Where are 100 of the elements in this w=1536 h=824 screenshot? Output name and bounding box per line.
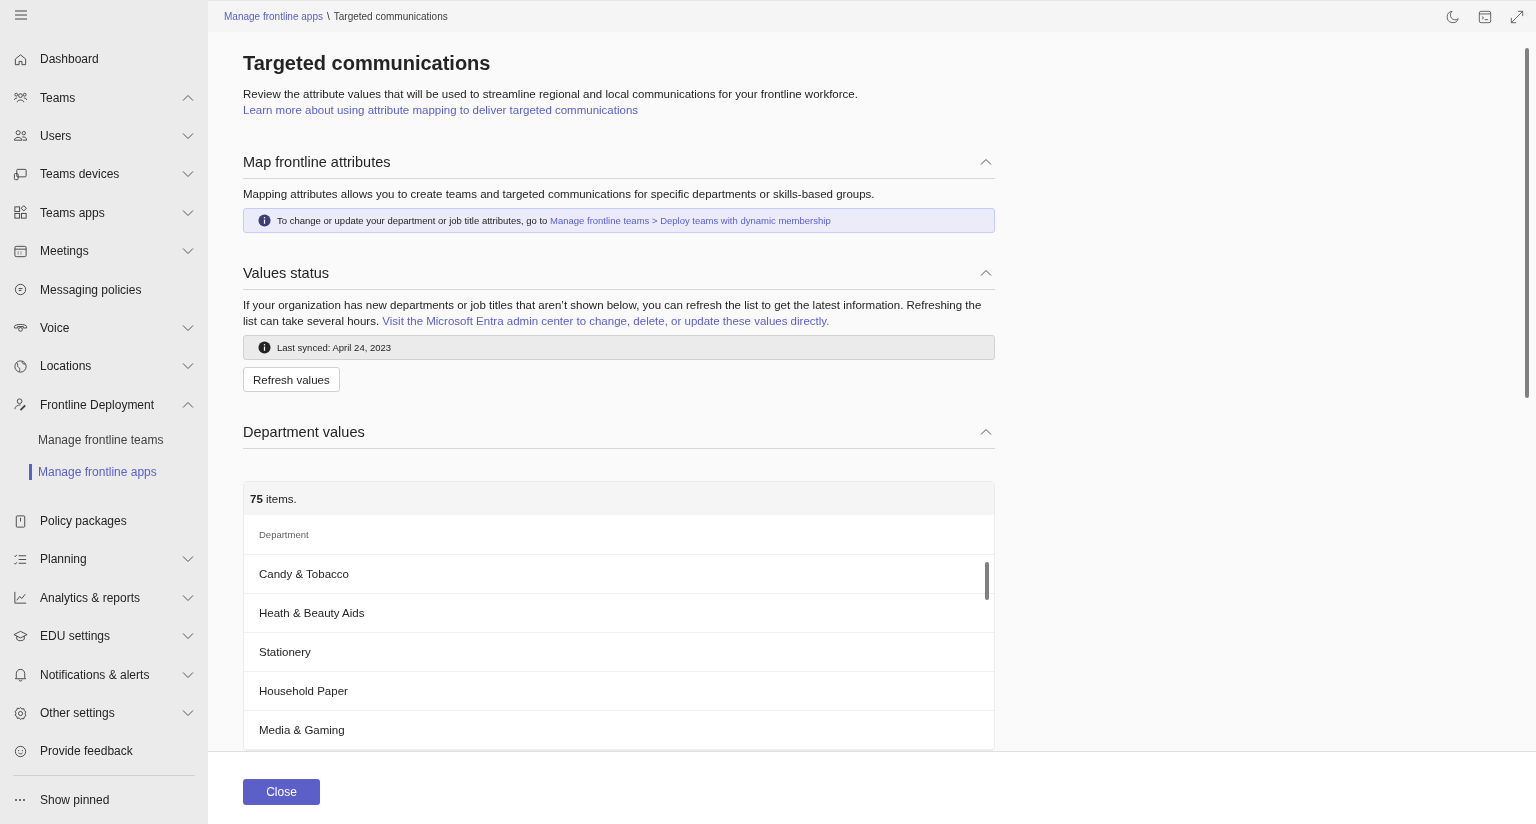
users-icon [13,128,28,144]
sidebar-label: Meetings [40,244,90,259]
chevron-down-icon[interactable] [182,247,194,256]
sidebar-item[interactable]: Locations [13,347,195,386]
section-title: Department values [243,423,365,442]
calendar-icon [13,243,28,259]
sidebar-label: Users [40,128,73,143]
breadcrumb-current: Targeted communications [333,11,448,22]
chart-line-icon [13,590,28,606]
apps-icon [13,205,28,221]
info-icon [258,214,271,227]
globe-icon [13,358,28,374]
table-cell[interactable]: Stationery [244,633,994,672]
breadcrumb-separator: \ [326,11,330,22]
sidebar-label: Messaging policies [40,282,143,297]
table-cell[interactable]: Heath & Beauty Aids [244,594,994,633]
sidebar-label: Frontline Deployment [40,397,156,412]
sidebar-label: Analytics & reports [40,590,142,605]
sidebar-item[interactable]: Policy packages [13,501,195,541]
item-count: 75 items. [244,482,994,515]
sidebar-item[interactable]: Other settings [13,693,195,733]
chat-bubble-icon [13,282,28,298]
graduation-cap-icon [13,628,28,644]
sidebar-item[interactable]: Frontline Deployment [13,385,195,424]
person-wrench-icon [13,397,28,413]
section-paragraph: If your organization has new departments or job titles that aren’t shown below, you can refresh the list to get the latest information. Refreshing the list can take several hours. Visit the Microsoft Entra admin center to change, delete, or update these values directly. [243,298,983,329]
sidebar-item[interactable]: Provide feedback [13,732,195,771]
sidebar-label: Planning [40,552,88,567]
page-title: Targeted communications [243,51,492,76]
section-paragraph: Mapping attributes allows you to create teams and targeted communications for specific departments or skills-based groups. [243,187,876,202]
sidebar-item[interactable]: Meetings [13,231,195,271]
book-icon [13,513,28,529]
table-cell[interactable]: Media & Gaming [244,711,994,750]
sidebar-label: Notifications & alerts [40,667,151,682]
sync-text: Last synced: April 24, 2023 [277,342,392,353]
chevron-down-icon[interactable] [182,131,194,140]
chevron-down-icon[interactable] [182,323,194,332]
chevron-down-icon[interactable] [182,362,194,371]
sidebar-subitem[interactable]: Manage frontline apps [29,463,195,480]
chevron-down-icon[interactable] [182,208,194,217]
checklist-icon [13,552,28,567]
sidebar-label: Show pinned [40,792,111,807]
sidebar-label: Teams [40,90,77,105]
sidebar-item[interactable]: Analytics & reports [13,578,195,618]
sidebar-label: Teams apps [40,205,106,220]
chevron-down-icon[interactable] [182,170,194,179]
sidebar-item[interactable]: Voice [13,308,195,348]
sidebar-subitem[interactable]: Manage frontline teams [13,423,195,456]
breadcrumb-link[interactable]: Manage frontline apps [224,11,323,22]
sidebar-label: Teams devices [40,167,121,182]
sidebar-label: Dashboard [40,52,100,67]
refresh-values-button[interactable]: Refresh values [243,367,340,392]
device-icon [13,166,28,182]
chevron-down-icon[interactable] [182,593,194,602]
sidebar-item[interactable]: Notifications & alerts [13,655,195,694]
expand-icon[interactable] [1510,9,1524,24]
chevron-down-icon[interactable] [182,670,194,679]
chevron-up-icon[interactable] [980,158,992,166]
sidebar-item[interactable]: Messaging policies [13,270,195,309]
info-icon [258,341,271,354]
menu-icon[interactable] [15,10,27,20]
sidebar-item[interactable]: EDU settings [13,617,195,656]
sidebar-label: EDU settings [40,629,112,644]
section-title: Values status [243,264,329,283]
sidebar-label: Policy packages [40,514,128,529]
sidebar-item[interactable]: Teams apps [13,193,195,232]
table-cell[interactable]: Household Paper [244,672,994,711]
terminal-icon[interactable] [1478,9,1492,24]
bell-icon [13,667,28,683]
section-title: Map frontline attributes [243,153,391,172]
column-header[interactable]: Department [244,515,994,555]
home-icon [13,51,28,67]
chevron-up-icon[interactable] [182,93,194,102]
sidebar-item[interactable]: Users [13,116,195,156]
chevron-up-icon[interactable] [980,269,992,277]
learn-more-link[interactable]: Learn more about using attribute mapping to deliver targeted communications [243,102,995,118]
smiley-icon [13,743,28,759]
chevron-up-icon[interactable] [182,400,194,409]
settings-icon [13,705,28,721]
admin-center-link[interactable]: Visit the Microsoft Entra admin center to change, delete, or update these values directly. [382,315,830,327]
info-link[interactable]: Manage frontline teams > Deploy teams with dynamic membership [550,215,831,226]
close-button[interactable]: Close [243,779,320,805]
chevron-down-icon[interactable] [182,632,194,641]
sidebar-label: Provide feedback [40,744,134,759]
sidebar-item[interactable]: Dashboard [13,40,195,79]
sidebar-item[interactable]: Show pinned [13,780,195,820]
chevron-up-icon[interactable] [980,428,992,436]
page-description: Review the attribute values that will be used to streamline regional and local communications for your frontline workforce. [243,87,859,102]
moon-icon[interactable] [1446,9,1460,24]
table-cell[interactable]: Candy & Tobacco [244,555,994,594]
chevron-down-icon[interactable] [182,709,194,718]
sidebar-label: Voice [40,320,71,335]
scrollbar[interactable] [985,562,989,600]
sidebar-item[interactable]: Planning [13,540,195,579]
sidebar-item[interactable]: Teams [13,78,195,117]
info-text: To change or update your department or job title attributes, go to Manage frontline teams > Deploy teams with dynamic membership [277,215,831,226]
sidebar-item[interactable]: Teams devices [13,155,195,194]
ellipsis-icon [15,798,25,801]
chevron-down-icon[interactable] [182,555,194,564]
scrollbar[interactable] [1525,48,1529,398]
